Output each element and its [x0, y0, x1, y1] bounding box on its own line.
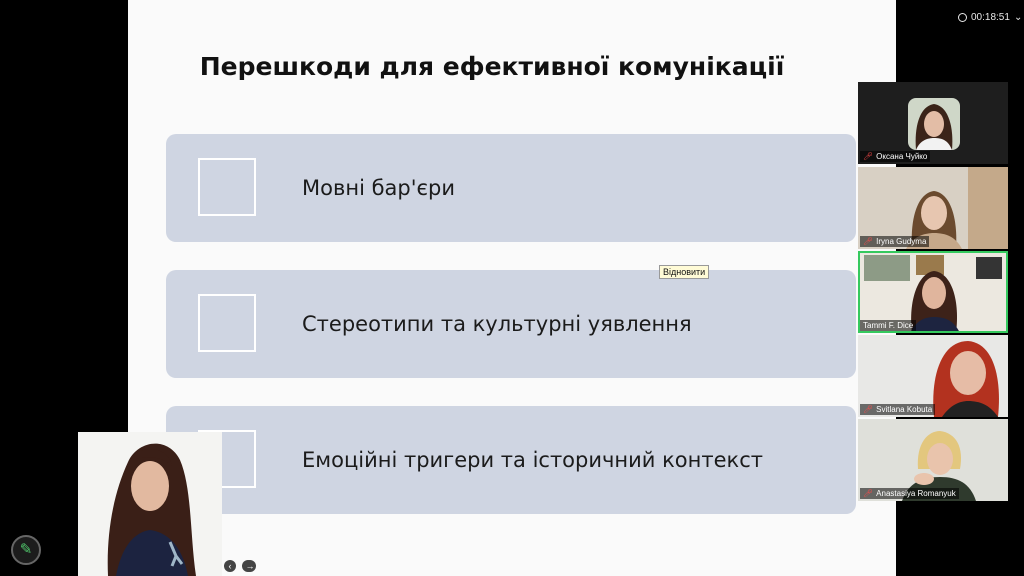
checkbox-square: [198, 294, 256, 352]
meeting-timer[interactable]: 00:18:51 ⌄: [958, 12, 1022, 23]
slide-item-label: Мовні бар'єри: [302, 176, 456, 200]
clock-icon: [958, 13, 967, 22]
mic-off-icon: 🎤︎: [863, 237, 874, 246]
checkbox-square: [198, 158, 256, 216]
presenter-figure: [78, 432, 222, 576]
slide: Перешкоди для ефективної комунікації Мов…: [128, 0, 896, 576]
slide-item: Емоційні тригери та історичний контекст: [166, 406, 856, 514]
restore-tooltip: Відновити: [659, 265, 710, 279]
presenter-video: [78, 432, 222, 576]
elapsed-time: 00:18:51: [971, 12, 1010, 23]
next-slide-button[interactable]: →: [244, 560, 256, 572]
participant-tile[interactable]: 🎤︎ Svitlana Kobuta: [858, 335, 1008, 417]
chevron-down-icon: ⌄: [1013, 12, 1023, 23]
participant-name-tag: 🎤︎ Svitlana Kobuta: [860, 404, 936, 415]
slide-item: Мовні бар'єри: [166, 134, 856, 242]
slide-item-label: Емоційні тригери та історичний контекст: [302, 448, 763, 472]
prev-slide-button[interactable]: ‹: [224, 560, 236, 572]
participant-tile[interactable]: 🎤︎ Anastasiya Romanyuk: [858, 419, 1008, 501]
mic-off-icon: 🎤︎: [863, 489, 874, 498]
slide-item: Стереотипи та культурні уявлення: [166, 270, 856, 378]
participant-name-tag: Tammi F. Dice: [860, 320, 917, 331]
participant-tile-active[interactable]: Tammi F. Dice: [858, 251, 1008, 333]
slide-title: Перешкоди для ефективної комунікації: [199, 52, 785, 81]
participant-name-tag: 🎤︎ Anastasiya Romanyuk: [860, 488, 959, 499]
mic-off-icon: 🎤︎: [863, 152, 874, 161]
participant-tile[interactable]: 🎤︎ Оксана Чуйко: [858, 82, 1008, 164]
slide-item-label: Стереотипи та культурні уявлення: [302, 312, 692, 336]
participant-name-tag: 🎤︎ Оксана Чуйко: [860, 151, 931, 162]
mic-off-icon: 🎤︎: [863, 405, 874, 414]
participant-tile[interactable]: 🎤︎ Iryna Gudyma: [858, 167, 1008, 249]
participant-gallery: 🎤︎ Оксана Чуйко 🎤︎ Iryna Gudyma Tammi F.…: [856, 80, 1010, 504]
pen-icon[interactable]: ✎: [11, 535, 41, 565]
participant-name-tag: 🎤︎ Iryna Gudyma: [860, 236, 930, 247]
